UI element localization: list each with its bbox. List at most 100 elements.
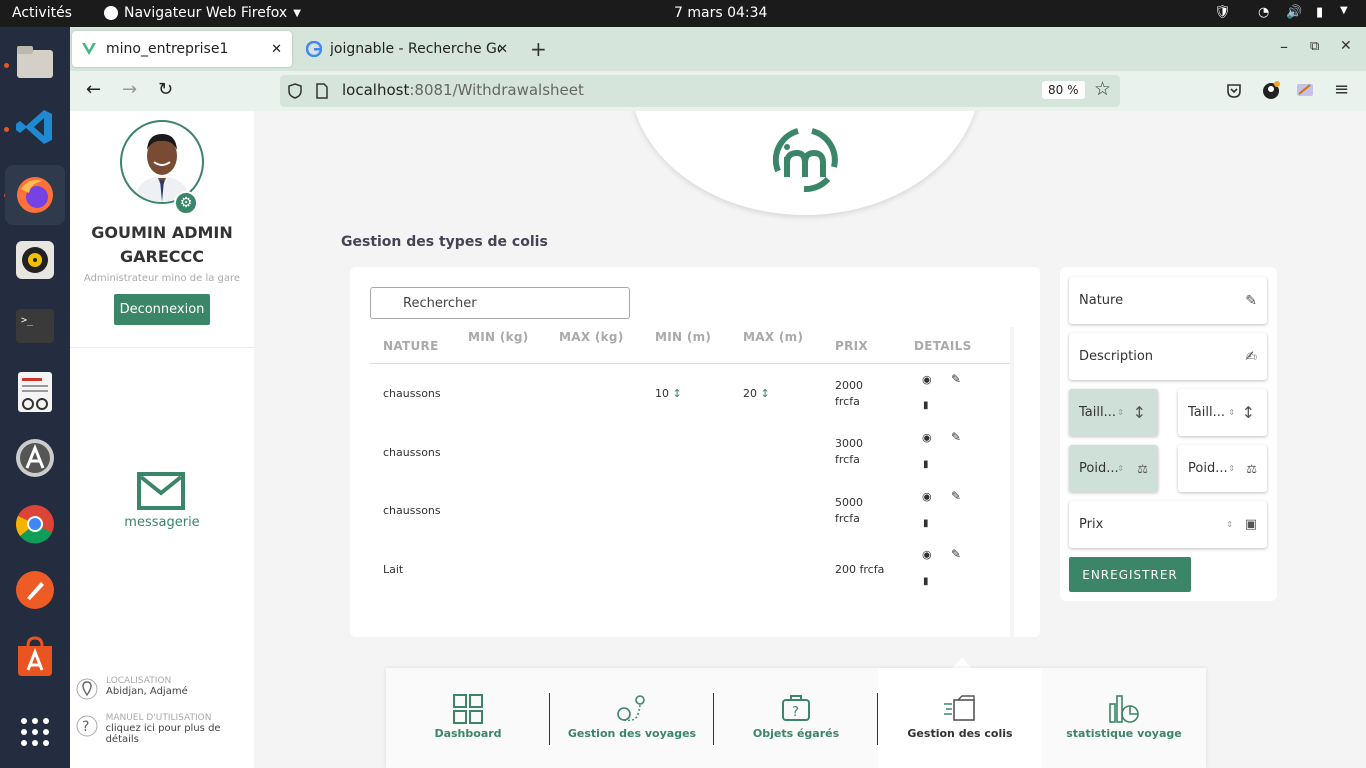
close-window-button[interactable]: ✕ [1340, 38, 1352, 54]
location-value: Abidjan, Adjamé [106, 686, 188, 697]
active-nav-pointer [953, 657, 971, 668]
delete-trash-icon[interactable]: ▮ [923, 518, 929, 529]
wifi-icon[interactable]: ◔ [1258, 5, 1269, 20]
restore-window-button[interactable]: ⧉ [1310, 39, 1319, 54]
edit-pencil-icon[interactable]: ✎ [951, 430, 961, 444]
description-placeholder: Description [1079, 349, 1154, 364]
software-updater-app-icon[interactable] [12, 435, 58, 481]
rhythmbox-app-icon[interactable] [12, 237, 58, 283]
show-applications-icon[interactable] [12, 709, 58, 755]
location-title: LOCALISATION [106, 676, 172, 686]
activities-button[interactable]: Activités [12, 5, 72, 21]
logout-button[interactable]: Deconnexion [114, 294, 210, 325]
poids-min-placeholder: Poid... [1079, 461, 1119, 476]
vscode-app-icon[interactable] [12, 104, 58, 150]
firefox-small-icon [104, 6, 118, 20]
minimize-window-button[interactable]: – [1280, 37, 1288, 56]
hamburger-menu-icon[interactable]: ≡ [1334, 79, 1349, 100]
spinner-icon[interactable]: ⇕ [1228, 408, 1235, 417]
app-name-label: Navigateur Web Firefox [124, 5, 288, 21]
close-tab-icon[interactable]: ✕ [271, 42, 282, 57]
clock[interactable]: 7 mars 04:34 [674, 5, 767, 21]
tab-google-search[interactable]: joignable - Recherche Go ✕ [300, 31, 518, 67]
view-eye-icon[interactable]: ◉ [922, 548, 932, 561]
nav-label: statistique voyage [1066, 727, 1182, 740]
address-bar[interactable]: localhost:8081/Withdrawalsheet 80 % ☆ [280, 75, 1120, 107]
back-button[interactable]: ← [86, 79, 101, 100]
col-header-max-kg[interactable]: MAX (kg) [559, 330, 624, 344]
pocket-icon[interactable] [1226, 83, 1242, 99]
messaging-link[interactable]: messagerie [70, 471, 254, 530]
view-eye-icon[interactable]: ◉ [922, 431, 932, 444]
reload-button[interactable]: ↻ [158, 79, 173, 100]
new-tab-button[interactable]: + [530, 37, 547, 61]
nav-gestion-colis[interactable]: Gestion des colis [878, 668, 1042, 768]
settings-gear-icon[interactable]: ⚙ [174, 191, 198, 215]
delete-trash-icon[interactable]: ▮ [923, 400, 929, 411]
close-tab-icon[interactable]: ✕ [497, 42, 508, 57]
spinner-icon[interactable]: ⇕ [1117, 408, 1124, 417]
document-viewer-app-icon[interactable] [12, 369, 58, 415]
taille-max-field[interactable]: Taill... ⇕ ↕ [1178, 389, 1267, 436]
nav-dashboard[interactable]: Dashboard [386, 668, 550, 768]
tab-mino-entreprise[interactable]: mino_entreprise1 ✕ [72, 31, 292, 67]
prix-currency: frcfa [835, 512, 860, 525]
prix-field[interactable]: Prix ⇕ ▣ [1069, 501, 1267, 548]
view-eye-icon[interactable]: ◉ [922, 373, 932, 386]
tracking-shield-icon[interactable] [288, 83, 302, 99]
table-scrollbar[interactable] [1010, 327, 1014, 637]
col-header-max-m[interactable]: MAX (m) [743, 330, 803, 344]
save-button[interactable]: ENREGISTRER [1069, 557, 1191, 592]
view-eye-icon[interactable]: ◉ [922, 490, 932, 503]
system-menu-caret-icon[interactable]: ▼ [1340, 5, 1348, 16]
shield-icon[interactable]: 🛡 [1214, 5, 1231, 20]
battery-icon[interactable]: ▮ [1316, 5, 1323, 20]
nav-objets-egares[interactable]: ? Objets égarés [714, 668, 878, 768]
chrome-app-icon[interactable] [12, 501, 58, 547]
cell-nature: Lait [383, 563, 404, 576]
files-app-icon[interactable] [12, 39, 58, 85]
col-header-details[interactable]: DETAILS [914, 339, 972, 353]
user-manual-link[interactable]: ? MANUEL D'UTILISATION cliquez ici pour … [76, 713, 254, 745]
account-icon[interactable] [1262, 81, 1282, 101]
volume-icon[interactable]: 🔊 [1286, 5, 1302, 20]
col-header-nature[interactable]: NATURE [383, 339, 439, 353]
description-field[interactable]: Description ✍ [1069, 333, 1267, 380]
delete-trash-icon[interactable]: ▮ [923, 459, 929, 470]
nature-field[interactable]: Nature ✎ [1069, 277, 1267, 324]
forward-button[interactable]: → [122, 79, 137, 100]
postman-app-icon[interactable] [12, 567, 58, 613]
edit-pencil-icon[interactable]: ✎ [951, 489, 961, 503]
col-header-prix[interactable]: PRIX [835, 339, 868, 353]
app-menu[interactable]: Navigateur Web Firefox ▼ [104, 5, 301, 21]
spinner-icon[interactable]: ⇕ [1117, 464, 1124, 473]
edit-pencil-icon[interactable]: ✎ [951, 547, 961, 561]
col-header-min-kg[interactable]: MIN (kg) [468, 330, 529, 344]
firefox-app-icon[interactable] [5, 165, 65, 225]
spinner-icon[interactable]: ⇕ [1226, 520, 1233, 529]
nav-gestion-voyages[interactable]: Gestion des voyages [550, 668, 714, 768]
user-role: Administrateur mino de la gare [83, 273, 241, 284]
app-store-icon[interactable] [12, 633, 58, 679]
extension-icon[interactable] [1296, 81, 1314, 99]
edit-pencil-icon[interactable]: ✎ [951, 372, 961, 386]
delete-trash-icon[interactable]: ▮ [923, 576, 929, 587]
search-input[interactable]: Rechercher [370, 287, 630, 319]
poids-max-field[interactable]: Poid... ⇕ ⚖ [1178, 445, 1267, 492]
page-info-icon[interactable] [316, 83, 328, 99]
pencil-icon: ✎ [1245, 292, 1257, 309]
prix-currency: frcfa [835, 395, 860, 408]
cell-nature: chaussons [383, 446, 441, 459]
nav-statistique-voyage[interactable]: statistique voyage [1042, 668, 1206, 768]
cell-prix: 200 frcfa [835, 563, 884, 576]
prix-amount: 200 frcfa [835, 563, 885, 576]
poids-min-field[interactable]: Poid... ⇕ ⚖ [1069, 445, 1158, 492]
zoom-level-badge[interactable]: 80 % [1042, 81, 1085, 99]
bookmark-star-icon[interactable]: ☆ [1094, 78, 1111, 100]
terminal-app-icon[interactable]: >_ [12, 303, 58, 349]
taille-min-field[interactable]: Taill... ⇕ ↕ [1069, 389, 1158, 436]
spinner-icon[interactable]: ⇕ [1228, 464, 1235, 473]
col-header-min-m[interactable]: MIN (m) [655, 330, 711, 344]
route-icon [617, 695, 645, 722]
running-indicator [4, 127, 9, 132]
